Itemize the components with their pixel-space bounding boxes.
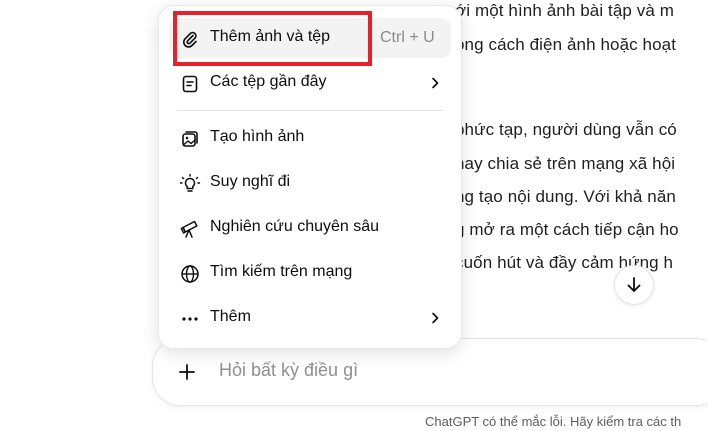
prompt-input[interactable]: Hỏi bất kỳ điều gì	[219, 360, 358, 381]
menu-item-think[interactable]: Suy nghĩ đi	[169, 163, 451, 203]
message-line: ới một hình ảnh bài tập và m	[455, 1, 675, 20]
keyboard-shortcut: Ctrl + U	[380, 29, 435, 46]
chevron-right-icon	[425, 308, 445, 328]
annotation-highlight-box	[173, 11, 372, 66]
telescope-icon	[179, 218, 201, 240]
menu-item-create-image[interactable]: Tạo hình ảnh	[169, 118, 451, 158]
menu-item-deep-research[interactable]: Nghiên cứu chuyên sâu	[169, 208, 451, 248]
image-icon	[179, 128, 201, 150]
menu-item-label: Nghiên cứu chuyên sâu	[210, 218, 380, 235]
disclaimer-text: ChatGPT có thể mắc lỗi. Hãy kiểm tra các…	[425, 414, 682, 429]
attach-plus-button[interactable]	[168, 353, 206, 391]
file-icon	[179, 73, 201, 95]
globe-icon	[179, 263, 201, 285]
message-line: hay chia sẻ trên mạng xã hội	[455, 154, 676, 173]
scroll-to-bottom-button[interactable]	[614, 265, 654, 305]
message-line: g mở ra một cách tiếp cận ho	[455, 220, 679, 239]
message-line: ng tạo nội dung. Với khả năn	[455, 187, 676, 206]
menu-item-label: Các tệp gần đây	[210, 73, 327, 90]
chat-message-text: ới một hình ảnh bài tập và m ong cách đi…	[455, 0, 708, 300]
menu-divider	[177, 110, 443, 111]
more-dots-icon	[179, 308, 201, 330]
plus-icon	[179, 364, 195, 380]
chevron-right-icon	[425, 73, 445, 93]
arrow-down-icon	[627, 277, 641, 292]
menu-item-label: Tạo hình ảnh	[210, 128, 305, 145]
message-line: phức tạp, người dùng vẫn có	[455, 120, 677, 139]
menu-item-web-search[interactable]: Tìm kiếm trên mạng	[169, 253, 451, 293]
lightbulb-icon	[179, 173, 201, 195]
menu-item-label: Tìm kiếm trên mạng	[210, 263, 353, 280]
left-pane	[0, 0, 152, 431]
menu-item-more[interactable]: Thêm	[169, 298, 451, 338]
menu-item-recent-files[interactable]: Các tệp gần đây	[169, 63, 451, 103]
message-line: ong cách điện ảnh hoặc hoạt	[455, 35, 677, 54]
menu-item-label: Thêm	[210, 308, 251, 325]
menu-item-label: Suy nghĩ đi	[210, 173, 291, 190]
